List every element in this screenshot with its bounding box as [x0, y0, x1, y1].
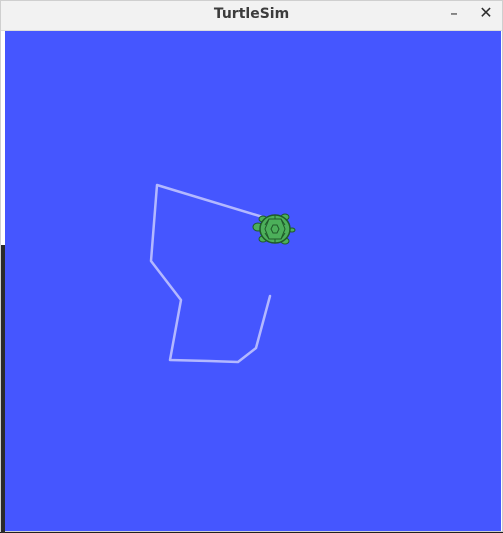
close-button[interactable]: ✕ [475, 4, 497, 24]
turtle-icon [252, 213, 296, 245]
window-title: TurtleSim [213, 6, 290, 22]
turtlesim-window: TurtleSim – ✕ [0, 0, 503, 533]
title-bar[interactable]: TurtleSim – ✕ [1, 1, 502, 31]
minimize-button[interactable]: – [443, 4, 465, 24]
canvas-svg [5, 31, 501, 531]
canvas-background [5, 31, 501, 531]
turtle-canvas[interactable] [5, 31, 501, 531]
